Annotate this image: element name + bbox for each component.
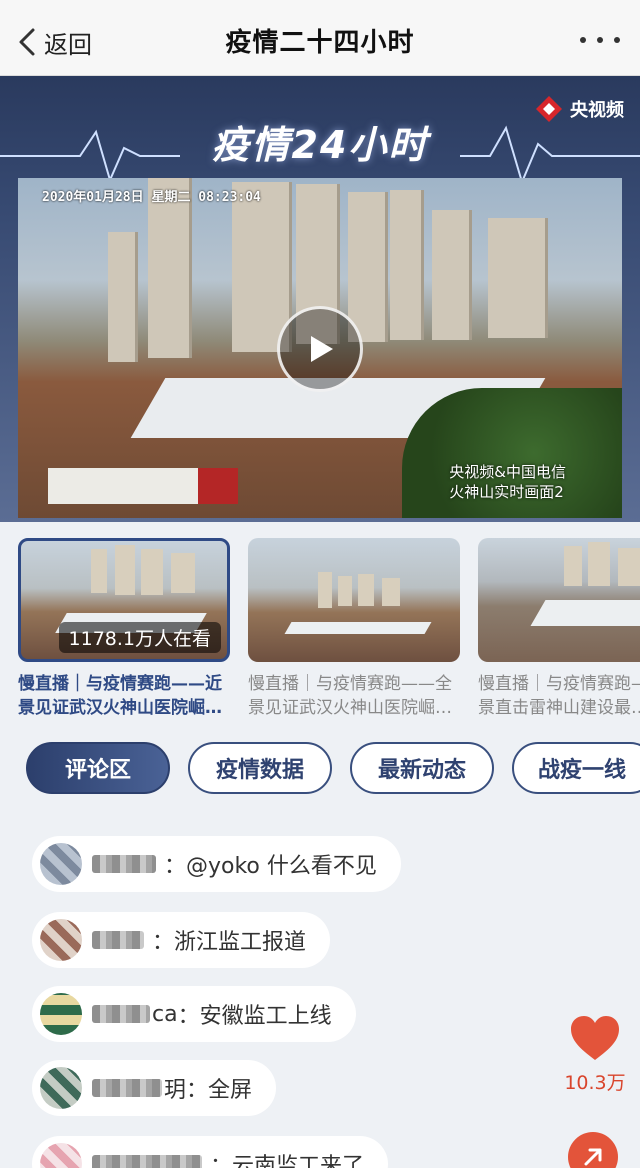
blurred-username	[92, 855, 156, 873]
like-button[interactable]: 10.3万	[560, 1014, 630, 1095]
avatar	[40, 1143, 82, 1168]
hero-banner: 疫情24小时 央视频 2020年01月28日 星期二 08:23:04 央视频&…	[0, 76, 640, 522]
comment-text: ：云南监工来了	[210, 1154, 365, 1168]
comment-text: ：浙江监工报道	[152, 930, 307, 955]
comment-username-suffix: 玥	[164, 1078, 187, 1103]
comment-item: ：浙江监工报道	[32, 912, 331, 968]
avatar	[40, 843, 82, 885]
more-dot	[597, 37, 603, 43]
more-dots-icon	[580, 37, 586, 43]
blurred-username	[92, 1079, 162, 1097]
heart-icon	[571, 1016, 619, 1060]
comment-item: ca ：安徽监工上线	[32, 986, 356, 1042]
building	[108, 232, 138, 362]
viewer-count-badge: 1178.1万人在看	[58, 622, 221, 653]
comment-item: ：云南监工来了	[32, 1136, 389, 1168]
comment-list: ：@yoko 什么看不见 ：浙江监工报道 ca ：安徽监工上线 玥 ：全屏 ：云…	[0, 820, 640, 1168]
building	[382, 578, 400, 606]
stream-thumbnail[interactable]: 慢直播｜与疫情赛跑——全景见证武汉火神山医院崛…	[248, 538, 460, 720]
blurred-username	[92, 1005, 150, 1023]
comment-item: ：@yoko 什么看不见	[32, 836, 401, 892]
top-nav-bar: 返回 疫情二十四小时	[0, 0, 640, 76]
tab-epidemic-data[interactable]: 疫情数据	[188, 742, 332, 794]
stream-thumbnail[interactable]: 慢直播｜与疫情赛跑——全景直击雷神山建设最…	[478, 538, 640, 720]
blurred-username	[92, 931, 144, 949]
comment-text: ：@yoko 什么看不见	[164, 854, 377, 879]
comment-text: ：安徽监工上线	[177, 1004, 332, 1029]
building	[171, 553, 195, 593]
section-tabs: 评论区 疫情数据 最新动态 战疫一线	[0, 740, 640, 796]
cctv-brand: 央视频	[534, 94, 624, 124]
more-menu-button[interactable]	[580, 30, 620, 50]
building	[432, 210, 472, 340]
building	[390, 190, 424, 340]
video-timestamp: 2020年01月28日 星期二 08:23:04	[42, 190, 261, 205]
stream-carousel[interactable]: 1178.1万人在看 慢直播｜与疫情赛跑——近景见证武汉火神山医院崛… 慢直播｜…	[0, 522, 640, 722]
brand-label: 央视频	[570, 100, 624, 121]
tab-latest-news[interactable]: 最新动态	[350, 742, 494, 794]
thumbnail-title: 慢直播｜与疫情赛跑——全景见证武汉火神山医院崛…	[248, 674, 452, 718]
thumbnail-image	[248, 538, 460, 662]
video-caption-line1: 央视频&中国电信	[449, 463, 566, 481]
avatar	[40, 919, 82, 961]
avatar	[40, 1067, 82, 1109]
building	[148, 178, 192, 358]
like-count: 10.3万	[564, 1072, 626, 1094]
building	[488, 218, 548, 338]
video-caption-line2: 火神山实时画面2	[449, 483, 564, 501]
building	[618, 548, 640, 586]
truck	[48, 468, 238, 504]
cctv-logo-icon	[536, 96, 562, 122]
construction-slab	[530, 600, 640, 626]
live-video-player[interactable]: 2020年01月28日 星期二 08:23:04 央视频&中国电信 火神山实时画…	[18, 178, 622, 518]
tab-frontline[interactable]: 战疫一线	[512, 742, 640, 794]
building	[91, 549, 107, 593]
page-title: 疫情二十四小时	[225, 28, 415, 58]
comment-username-suffix: ca	[152, 1001, 178, 1027]
building	[338, 576, 352, 606]
building	[141, 549, 163, 595]
thumbnail-title: 慢直播｜与疫情赛跑——全景直击雷神山建设最…	[478, 674, 640, 718]
building	[115, 545, 135, 595]
video-caption: 央视频&中国电信 火神山实时画面2	[449, 462, 566, 502]
tab-comments[interactable]: 评论区	[26, 742, 170, 794]
thumbnail-title: 慢直播｜与疫情赛跑——近景见证武汉火神山医院崛…	[18, 674, 222, 718]
blurred-username	[92, 1155, 202, 1168]
play-button[interactable]	[277, 306, 363, 392]
comment-text: ：全屏	[186, 1078, 253, 1103]
comment-item: 玥 ：全屏	[32, 1060, 277, 1116]
more-dot	[614, 37, 620, 43]
share-arrow-icon	[584, 1148, 602, 1166]
stream-thumbnail[interactable]: 1178.1万人在看 慢直播｜与疫情赛跑——近景见证武汉火神山医院崛…	[18, 538, 230, 720]
building	[564, 546, 582, 586]
thumbnail-image	[478, 538, 640, 662]
construction-slab	[284, 622, 432, 634]
play-icon	[311, 336, 333, 362]
building	[588, 542, 610, 586]
building	[358, 574, 374, 606]
thumbnail-image: 1178.1万人在看	[18, 538, 230, 662]
building	[318, 572, 332, 608]
avatar	[40, 993, 82, 1035]
building	[348, 192, 388, 342]
